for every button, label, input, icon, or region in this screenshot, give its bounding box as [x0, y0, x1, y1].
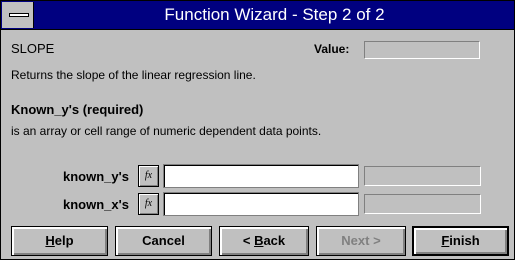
argument-help-title: Known_y's (required): [11, 102, 144, 117]
finish-label-rest: inish: [449, 233, 480, 248]
next-button[interactable]: Next >: [316, 226, 406, 256]
back-button[interactable]: < Back: [219, 226, 309, 256]
argument-label-known-xs: known_x's: [63, 197, 129, 212]
argument-help-description: is an array or cell range of numeric dep…: [11, 124, 322, 138]
system-menu-icon[interactable]: [2, 2, 34, 28]
known-ys-result: [364, 166, 481, 186]
known-ys-input[interactable]: [163, 164, 359, 188]
cancel-button[interactable]: Cancel: [115, 226, 212, 256]
fx-icon[interactable]: fx: [138, 165, 159, 187]
value-display: [364, 41, 480, 59]
window-title: Function Wizard - Step 2 of 2: [164, 5, 385, 24]
help-button[interactable]: Help: [11, 226, 108, 256]
help-label-rest: elp: [54, 233, 74, 248]
help-mnemonic: H: [45, 233, 55, 248]
known-xs-input[interactable]: [163, 192, 359, 216]
function-wizard-dialog: Function Wizard - Step 2 of 2 SLOPE Valu…: [0, 0, 515, 260]
system-menu-bar-icon: [9, 13, 29, 17]
finish-button[interactable]: Finish: [412, 226, 509, 256]
back-arrow: <: [242, 233, 251, 248]
fx-icon[interactable]: fx: [138, 193, 159, 215]
function-name: SLOPE: [11, 41, 55, 56]
known-xs-result: [364, 194, 481, 214]
argument-label-known-ys: known_y's: [63, 169, 129, 184]
function-description: Returns the slope of the linear regressi…: [11, 68, 256, 82]
value-label: Value:: [314, 42, 350, 56]
title-bar: Function Wizard - Step 2 of 2: [1, 1, 514, 30]
back-label-rest: ack: [263, 233, 286, 248]
